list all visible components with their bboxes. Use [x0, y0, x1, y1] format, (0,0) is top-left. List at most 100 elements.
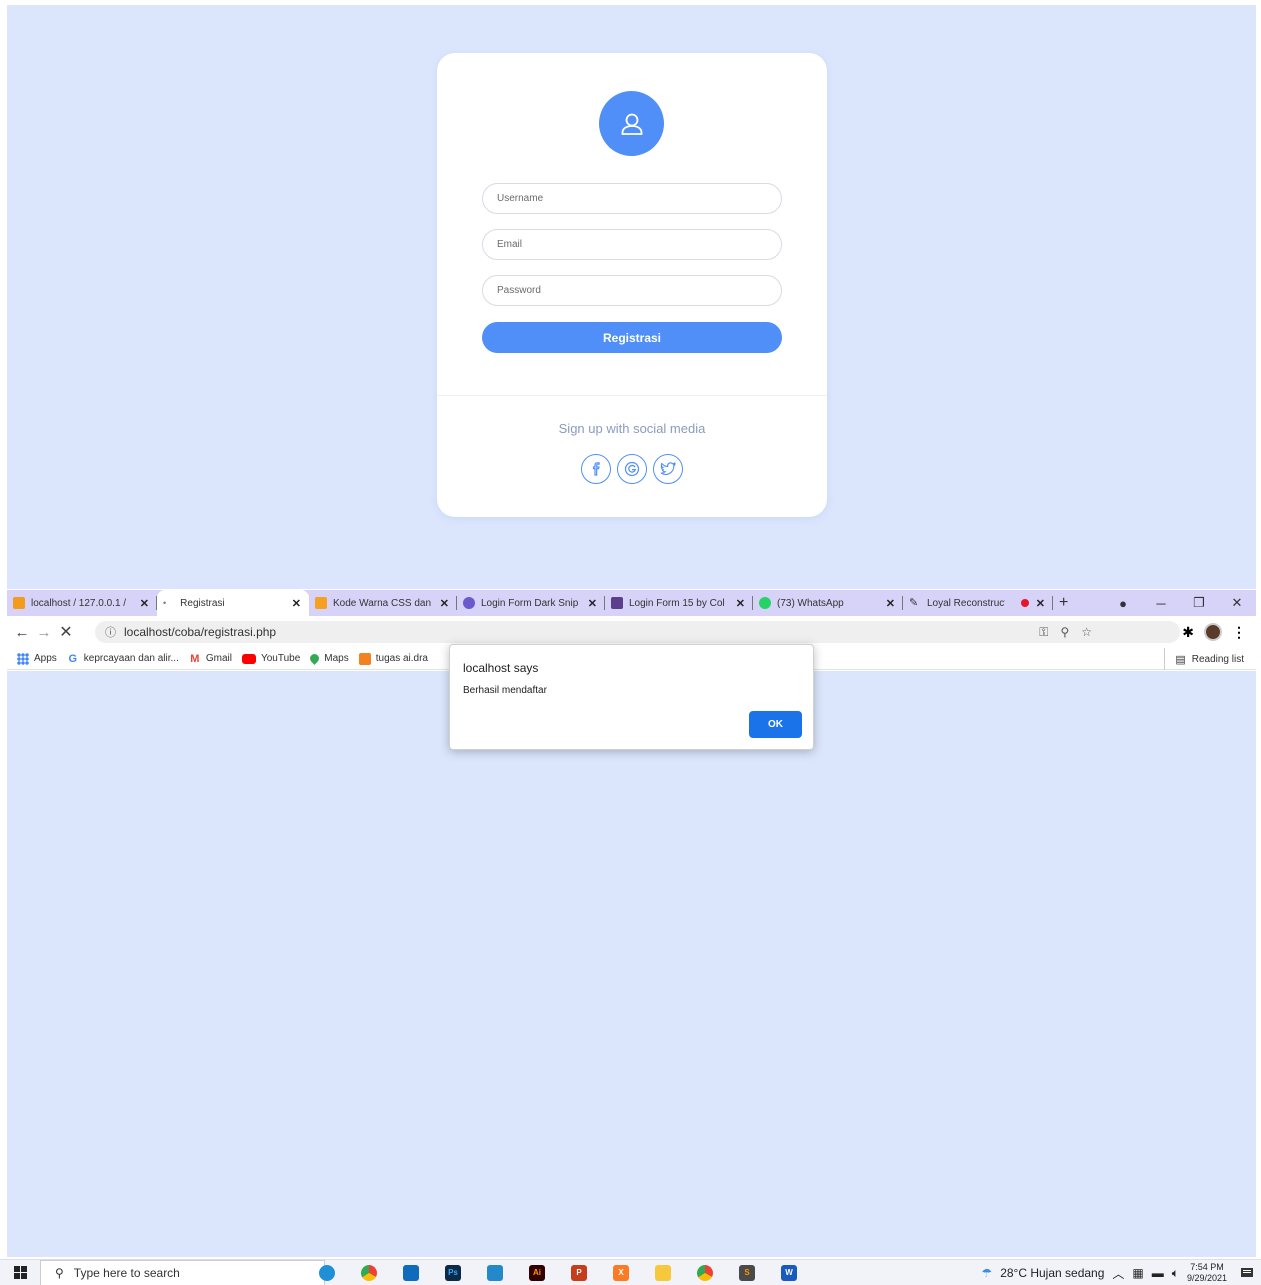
youtube-icon — [241, 653, 256, 664]
maximize-icon[interactable]: ❐ — [1180, 595, 1218, 611]
tab-close-icon[interactable]: ✕ — [736, 597, 745, 610]
close-window-icon[interactable]: ✕ — [1218, 595, 1256, 611]
url-text: localhost/coba/registrasi.php — [124, 625, 277, 639]
tab-close-icon[interactable]: ✕ — [140, 597, 149, 610]
tab-kode-warna[interactable]: Kode Warna CSS dan ✕ — [309, 590, 457, 616]
tab-phpmyadmin[interactable]: localhost / 127.0.0.1 / ✕ — [7, 590, 157, 616]
edge-icon[interactable] — [306, 1260, 348, 1285]
tab-close-icon[interactable]: ✕ — [292, 597, 301, 610]
tab-whatsapp[interactable]: (73) WhatsApp ✕ — [753, 590, 903, 616]
ok-button[interactable]: OK — [749, 711, 802, 738]
clock-date: 9/29/2021 — [1186, 1273, 1227, 1283]
bookmark-label: keprcayaan dan alir... — [83, 653, 179, 664]
screenshot: Registrasi Sign up with social media — [0, 0, 1261, 1285]
tab-close-icon[interactable]: ✕ — [440, 597, 449, 610]
user-avatar-icon — [599, 91, 664, 156]
registration-card: Registrasi Sign up with social media — [437, 53, 827, 517]
address-bar[interactable]: ⓘ localhost/coba/registrasi.php ⚿ ⚲ ☆ — [95, 621, 1180, 643]
gmail-icon: M — [190, 652, 200, 665]
tab-loyal-reconstruct[interactable]: ✎ Loyal Reconstruct ✕ — [903, 590, 1053, 616]
forward-arrow-icon[interactable]: → — [33, 624, 55, 641]
reading-list-icon: ▤ — [1175, 653, 1186, 666]
chrome-profile-icon[interactable] — [684, 1260, 726, 1285]
alert-dialog: localhost says Berhasil mendaftar OK — [449, 644, 814, 750]
powerpoint-icon[interactable]: P — [558, 1260, 600, 1285]
tab-registrasi[interactable]: • Registrasi ✕ — [157, 590, 309, 616]
bookmark-gmail[interactable]: M Gmail — [189, 653, 232, 665]
tab-label: Login Form Dark Snip — [481, 597, 579, 609]
tab-login-form-15[interactable]: Login Form 15 by Col ✕ — [605, 590, 753, 616]
bookmark-label: YouTube — [260, 653, 301, 664]
windows-taskbar: ⚲ Type here to search Ps Ai P X S W ☂ 28… — [0, 1259, 1261, 1285]
battery-icon[interactable]: ▬ — [1152, 1266, 1164, 1280]
toolbar-right: ✱ ⋮ — [1182, 621, 1246, 643]
photoshop-icon[interactable]: Ps — [432, 1260, 474, 1285]
password-input[interactable] — [482, 275, 782, 306]
bookmark-youtube[interactable]: YouTube — [241, 653, 301, 664]
network-icon[interactable]: ▦ — [1132, 1266, 1143, 1280]
info-icon[interactable]: ⓘ — [105, 624, 116, 640]
chrome-icon[interactable] — [348, 1260, 390, 1285]
tab-close-icon[interactable]: ✕ — [1036, 597, 1045, 610]
bookmark-label: Apps — [34, 653, 57, 664]
phpmyadmin-favicon-icon — [13, 597, 25, 609]
feather-favicon-icon: ✎ — [909, 597, 919, 609]
xampp-icon[interactable]: X — [600, 1260, 642, 1285]
facebook-icon[interactable] — [581, 454, 611, 484]
tab-close-icon[interactable]: ✕ — [886, 597, 895, 610]
google-icon[interactable] — [617, 454, 647, 484]
profile-avatar[interactable] — [1204, 623, 1222, 641]
bookmark-apps[interactable]: Apps — [17, 652, 57, 665]
registration-page: Registrasi Sign up with social media — [7, 5, 1256, 589]
system-tray: ☂ 28°C Hujan sedang ︿ ▦ ▬ 🔈︎ 7:54 PM 9/2… — [981, 1260, 1227, 1285]
new-tab-button[interactable]: + — [1059, 594, 1068, 612]
menu-kebab-icon[interactable]: ⋮ — [1232, 624, 1246, 641]
reading-list-label: Reading list — [1191, 653, 1244, 665]
registrasi-button[interactable]: Registrasi — [482, 322, 782, 353]
tab-label: Loyal Reconstruct — [927, 597, 1005, 609]
word-icon[interactable]: W — [768, 1260, 810, 1285]
twitter-icon[interactable] — [653, 454, 683, 484]
reading-list[interactable]: ▤ Reading list — [1164, 648, 1244, 670]
volume-icon[interactable]: 🔈︎ — [1172, 1266, 1179, 1281]
username-input[interactable] — [482, 183, 782, 214]
extension-circle-icon[interactable]: ● — [1104, 596, 1142, 611]
illustrator-icon[interactable]: Ai — [516, 1260, 558, 1285]
email-input[interactable] — [482, 229, 782, 260]
vscode-icon[interactable] — [474, 1260, 516, 1285]
apps-grid-icon — [17, 652, 29, 665]
tab-bar: localhost / 127.0.0.1 / ✕ • Registrasi ✕… — [7, 590, 1256, 616]
taskbar-search[interactable]: ⚲ Type here to search — [40, 1259, 325, 1285]
back-arrow-icon[interactable]: ← — [11, 624, 33, 641]
google-icon: G — [68, 652, 78, 665]
mail-icon[interactable] — [390, 1260, 432, 1285]
tray-chevron-icon[interactable]: ︿ — [1112, 1265, 1124, 1282]
notification-icon[interactable] — [1239, 1265, 1255, 1281]
bookmark-label: Gmail — [205, 653, 232, 664]
weather-text[interactable]: 28°C Hujan sedang — [1000, 1266, 1104, 1280]
sublime-icon[interactable]: S — [726, 1260, 768, 1285]
dialog-title: localhost says — [463, 661, 539, 675]
zoom-icon[interactable]: ⚲ — [1060, 625, 1069, 639]
tab-label: localhost / 127.0.0.1 / — [31, 597, 127, 609]
bookmark-tugas[interactable]: tugas ai.dra — [358, 652, 428, 665]
bookmark-maps[interactable]: Maps — [308, 652, 349, 665]
tab-login-form-dark[interactable]: Login Form Dark Snip ✕ — [457, 590, 605, 616]
colorlib-favicon-icon — [611, 597, 623, 609]
stop-loading-icon[interactable]: ✕ — [55, 622, 77, 642]
whatsapp-favicon-icon — [759, 597, 771, 609]
loading-dot-icon: • — [163, 598, 167, 608]
minimize-icon[interactable]: ─ — [1142, 596, 1180, 611]
extensions-puzzle-icon[interactable]: ✱ — [1182, 624, 1194, 641]
windows-start-icon[interactable] — [0, 1260, 40, 1285]
search-icon: ⚲ — [55, 1265, 64, 1280]
social-buttons — [581, 454, 683, 484]
star-icon[interactable]: ☆ — [1081, 625, 1092, 639]
tab-close-icon[interactable]: ✕ — [588, 597, 597, 610]
file-explorer-icon[interactable] — [642, 1260, 684, 1285]
clock[interactable]: 7:54 PM 9/29/2021 — [1187, 1262, 1227, 1284]
dialog-message: Berhasil mendaftar — [463, 685, 547, 696]
weather-icon[interactable]: ☂ — [981, 1266, 992, 1280]
bookmark-kepercayaan[interactable]: G keprcayaan dan alir... — [67, 653, 179, 665]
key-icon[interactable]: ⚿ — [1039, 625, 1048, 640]
